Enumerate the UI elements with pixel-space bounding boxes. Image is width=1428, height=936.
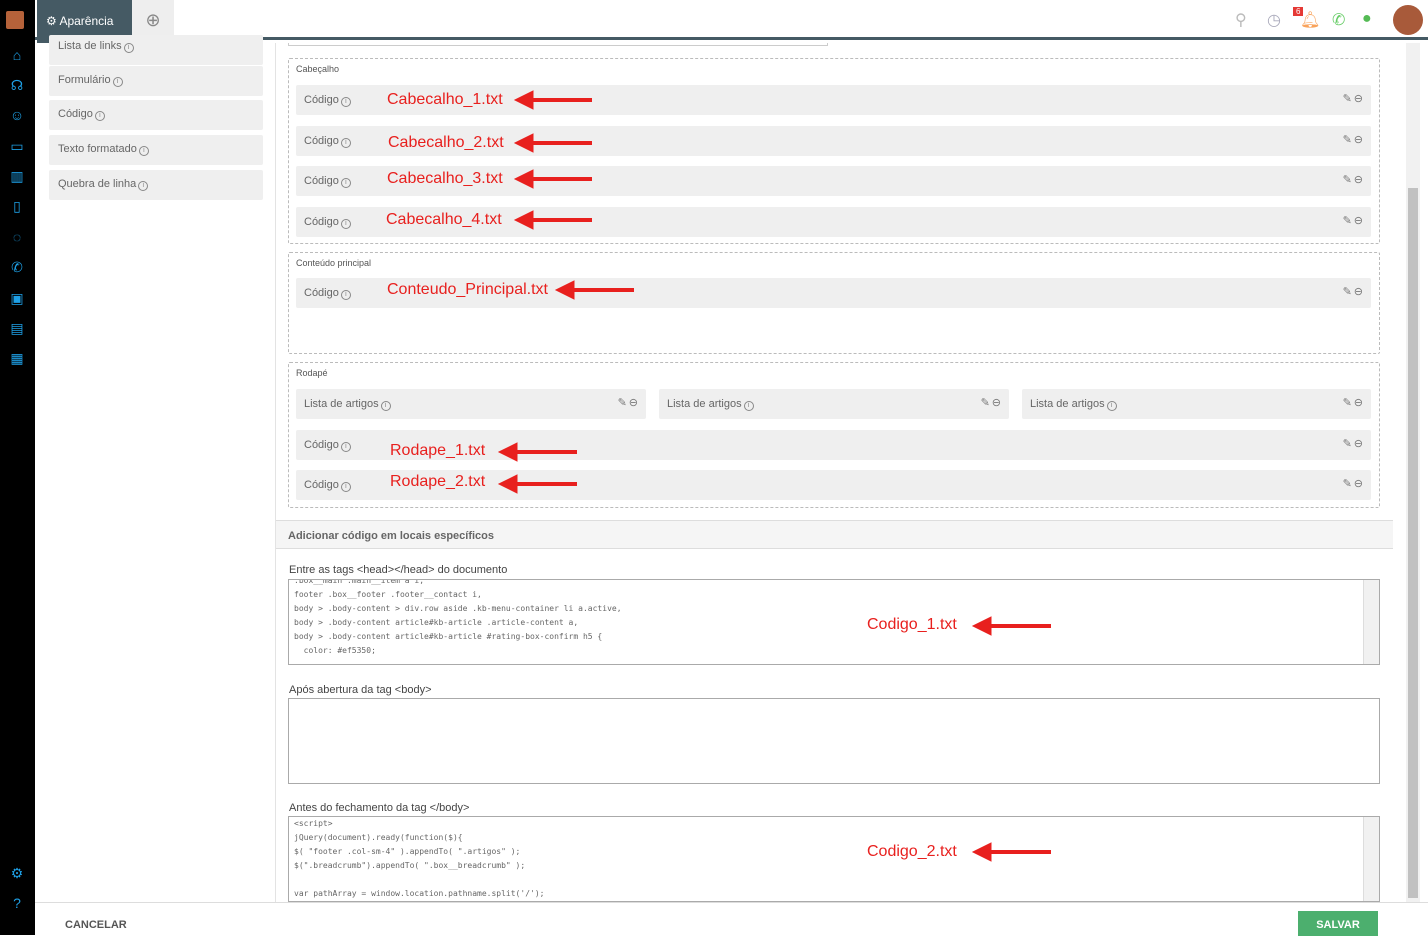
arrow-head xyxy=(554,280,575,300)
bottom-bar: CANCELAR SALVAR xyxy=(35,902,1428,936)
arrow-head xyxy=(497,474,518,494)
arrow-head xyxy=(513,169,534,189)
arrow-head xyxy=(971,842,992,862)
save-button[interactable]: SALVAR xyxy=(1298,911,1378,936)
arrow-head xyxy=(971,616,992,636)
arrow-head xyxy=(497,442,518,462)
annotation-arrows xyxy=(497,90,1051,862)
cancel-button[interactable]: CANCELAR xyxy=(65,919,127,931)
arrow-head xyxy=(513,133,534,153)
page-scrollbar[interactable] xyxy=(1406,43,1420,903)
scrollbar-thumb[interactable] xyxy=(1408,188,1418,898)
arrow-head xyxy=(513,210,534,230)
arrow-head xyxy=(513,90,534,110)
